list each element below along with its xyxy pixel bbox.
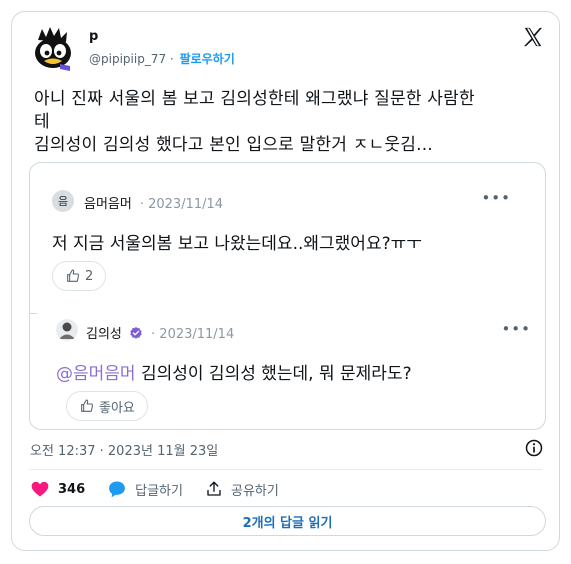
avatar[interactable]	[30, 26, 76, 72]
thread-connector	[29, 313, 37, 314]
read-replies-button[interactable]: 2개의 답글 읽기	[29, 506, 546, 536]
author-handle[interactable]: @pipipiip_77	[89, 52, 166, 66]
tweet-text: 아니 진짜 서울의 봄 보고 김의성한테 왜그랬냐 질문한 사람한 테 김의성이…	[34, 88, 554, 157]
comment-meta: 음머음머 · 2023/11/14	[84, 193, 223, 212]
verified-badge-icon	[130, 326, 142, 339]
more-options-icon[interactable]: •••	[481, 189, 511, 207]
action-bar: 346 답글하기 공유하기	[30, 479, 301, 499]
reply-like-button[interactable]: 좋아요	[66, 391, 148, 421]
info-icon[interactable]	[524, 438, 544, 458]
comment-text: 저 지금 서울의봄 보고 나왔는데요..왜그랬어요?ㅠㅜ	[52, 234, 422, 254]
comment-like-count: 2	[85, 268, 94, 284]
separator-dot: ·	[169, 52, 174, 66]
commenter-name[interactable]: 음머음머	[84, 197, 132, 212]
divider	[29, 469, 542, 470]
tweet-line: 아니 진짜 서울의 봄 보고 김의성한테 왜그랬냐 질문한 사람한	[34, 89, 475, 109]
post-timestamp[interactable]: 오전 12:37 · 2023년 11월 23일	[30, 440, 218, 459]
reply-mention-link[interactable]: @음머음머	[56, 364, 136, 384]
reply-like-label: 좋아요	[99, 400, 135, 416]
tweet-line: 김의성이 김의성 했다고 본인 입으로 말한거 ㅈㄴ웃김...	[34, 135, 433, 155]
more-options-icon[interactable]: •••	[501, 320, 531, 338]
comment-date: · 2023/11/14	[139, 197, 224, 212]
reply-avatar[interactable]	[56, 319, 78, 341]
author-name[interactable]: p	[89, 29, 98, 44]
follow-button[interactable]: 팔로우하기	[180, 52, 235, 66]
author-handle-line: @pipipiip_77 · 팔로우하기	[89, 50, 235, 67]
like-button[interactable]: 346	[30, 479, 85, 499]
tweet-line: 테	[34, 112, 50, 132]
x-logo-icon[interactable]	[522, 26, 544, 48]
thumbs-up-icon	[67, 269, 80, 282]
reply-bubble-icon	[109, 481, 126, 498]
reply-meta: 김의성 · 2023/11/14	[86, 323, 234, 342]
share-label: 공유하기	[230, 483, 279, 499]
reply-date: · 2023/11/14	[151, 327, 235, 342]
reply-body: 김의성이 김의성 했는데, 뭐 문제라도?	[135, 364, 412, 384]
like-count: 346	[58, 481, 86, 497]
heart-icon	[31, 481, 49, 497]
comment-like-button[interactable]: 2	[52, 261, 107, 291]
reply-author-name[interactable]: 김의성	[86, 327, 122, 342]
share-icon	[207, 481, 221, 496]
tweet-card: p @pipipiip_77 · 팔로우하기 아니 진짜 서울의 봄 보고 김의…	[11, 11, 560, 551]
reply-label: 답글하기	[135, 483, 183, 499]
reply-text: @음머음머 김의성이 김의성 했는데, 뭐 문제라도?	[56, 359, 412, 384]
quoted-thread[interactable]: 음 음머음머 · 2023/11/14 ••• 저 지금 서울의봄 보고 나왔는데…	[29, 162, 546, 430]
commenter-avatar[interactable]: 음	[52, 190, 74, 212]
thumbs-up-icon	[81, 399, 94, 412]
share-button[interactable]: 공유하기	[205, 480, 279, 499]
reply-button[interactable]: 답글하기	[107, 479, 183, 499]
